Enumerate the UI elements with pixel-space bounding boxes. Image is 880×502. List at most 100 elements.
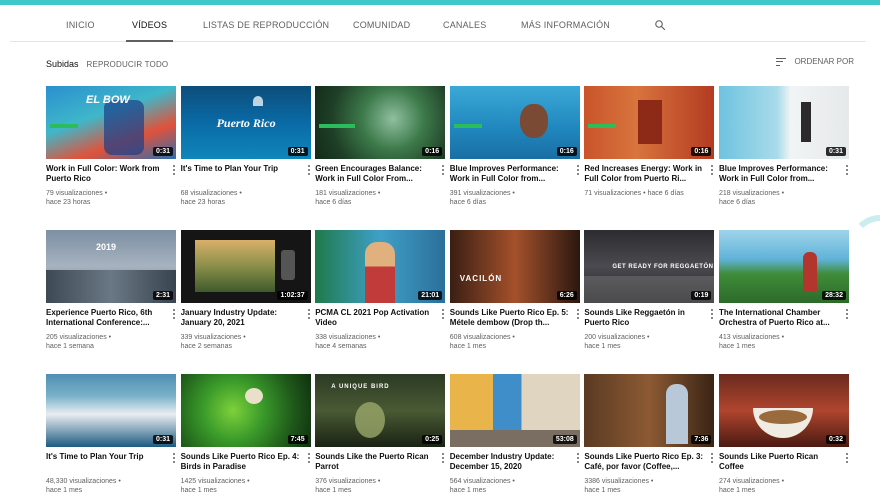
video-thumbnail[interactable]: 2019 2:31 <box>46 230 176 303</box>
video-card[interactable]: Puerto Rico 0:31 It's Time to Plan Your … <box>180 86 311 206</box>
video-duration: 0:25 <box>422 435 443 444</box>
more-vert-icon[interactable] <box>576 453 580 463</box>
video-title[interactable]: It's Time to Plan Your Trip <box>46 452 166 472</box>
more-vert-icon[interactable] <box>307 309 311 319</box>
video-title[interactable]: Sounds Like Puerto Rico Ep. 5: Métele de… <box>450 308 570 328</box>
video-title[interactable]: Sounds Like Puerto Rico Ep. 4: Birds in … <box>181 452 301 472</box>
video-thumbnail[interactable]: 7:36 <box>584 374 715 447</box>
video-title[interactable]: Red Increases Energy: Work in Full Color… <box>584 164 704 184</box>
video-title[interactable]: Green Encourages Balance: Work in Full C… <box>315 164 435 184</box>
top-accent-bar <box>0 0 880 5</box>
tab-videos[interactable]: VÍDEOS <box>125 8 174 42</box>
more-vert-icon[interactable] <box>711 165 714 175</box>
video-thumbnail[interactable]: EL BOW 0:31 <box>46 86 176 159</box>
video-title[interactable]: Sounds Like Puerto Rico Ep. 3: Café, por… <box>584 452 704 472</box>
video-card[interactable]: 28:32 The International Chamber Orchestr… <box>718 230 849 350</box>
more-vert-icon[interactable] <box>845 453 849 463</box>
video-title[interactable]: Experience Puerto Rico, 6th Internationa… <box>46 308 166 328</box>
video-age: hace 1 mes <box>718 343 756 350</box>
video-thumbnail[interactable]: 28:32 <box>718 230 849 303</box>
video-card[interactable]: 7:36 Sounds Like Puerto Rico Ep. 3: Café… <box>584 374 715 494</box>
more-vert-icon[interactable] <box>307 453 311 463</box>
video-title[interactable]: Work in Full Color: Work from Puerto Ric… <box>46 164 166 184</box>
sort-button[interactable]: ORDENAR POR <box>776 57 854 66</box>
tab-inicio[interactable]: INICIO <box>66 8 95 42</box>
more-vert-icon[interactable] <box>173 453 176 463</box>
video-thumbnail[interactable]: 0:16 <box>315 86 446 159</box>
more-vert-icon[interactable] <box>173 309 176 319</box>
more-vert-icon[interactable] <box>173 165 176 175</box>
video-card[interactable]: GET READY FOR REGGAETÓN 0:19 Sounds Like… <box>584 230 715 350</box>
video-card[interactable]: 21:01 PCMA CL 2021 Pop Activation Video … <box>315 230 446 350</box>
search-icon[interactable] <box>654 19 666 31</box>
video-views: 338 visualizaciones • <box>315 334 381 341</box>
video-title[interactable]: Sounds Like the Puerto Rican Parrot <box>315 452 435 472</box>
video-card[interactable]: 0:31 It's Time to Plan Your Trip 48,330 … <box>46 374 176 494</box>
video-views: 205 visualizaciones • <box>46 334 112 341</box>
video-card[interactable]: 0:16 Blue Improves Performance: Work in … <box>449 86 580 206</box>
play-all-button[interactable]: REPRODUCIR TODO <box>87 60 169 69</box>
video-card[interactable]: 1:02:37 January Industry Update: January… <box>180 230 311 350</box>
video-thumbnail[interactable]: 0:16 <box>584 86 715 159</box>
decorative-swoosh <box>850 215 880 275</box>
video-thumbnail[interactable]: 0:16 <box>449 86 580 159</box>
video-card[interactable]: 0:31 Blue Improves Performance: Work in … <box>718 86 849 206</box>
video-card[interactable]: EL BOW 0:31 Work in Full Color: Work fro… <box>46 86 176 206</box>
tab-community[interactable]: COMUNIDAD <box>353 8 410 42</box>
video-title[interactable]: Sounds Like Reggaetón in Puerto Rico <box>584 308 704 328</box>
video-age: hace 1 mes <box>315 487 352 494</box>
video-card[interactable]: 0:16 Green Encourages Balance: Work in F… <box>315 86 446 206</box>
video-card[interactable]: 2019 2:31 Experience Puerto Rico, 6th In… <box>46 230 176 350</box>
thumbnail-overlay-text: EL BOW <box>86 94 130 106</box>
video-views: 200 visualizaciones • <box>584 334 650 341</box>
more-vert-icon[interactable] <box>711 453 714 463</box>
video-grid: EL BOW 0:31 Work in Full Color: Work fro… <box>46 86 850 494</box>
video-title[interactable]: January Industry Update: January 20, 202… <box>181 308 301 328</box>
more-vert-icon[interactable] <box>442 453 445 463</box>
video-card[interactable]: 0:32 Sounds Like Puerto Rican Coffee 274… <box>718 374 849 494</box>
video-duration: 0:31 <box>825 147 846 156</box>
more-vert-icon[interactable] <box>442 309 445 319</box>
video-thumbnail[interactable]: 21:01 <box>315 230 446 303</box>
video-title[interactable]: December Industry Update: December 15, 2… <box>450 452 570 472</box>
video-title[interactable]: Blue Improves Performance: Work in Full … <box>719 164 839 184</box>
video-age: hace 1 mes <box>718 487 756 494</box>
video-card[interactable]: 53:08 December Industry Update: December… <box>449 374 580 494</box>
video-thumbnail[interactable]: 0:31 <box>718 86 849 159</box>
more-vert-icon[interactable] <box>711 309 714 319</box>
video-title[interactable]: It's Time to Plan Your Trip <box>181 164 301 184</box>
more-vert-icon[interactable] <box>845 165 849 175</box>
video-thumbnail[interactable]: 1:02:37 <box>180 230 311 303</box>
video-duration: 7:36 <box>691 435 712 444</box>
video-thumbnail[interactable]: A UNIQUE BIRD 0:25 <box>315 374 446 447</box>
video-age: hace 1 mes <box>449 487 486 494</box>
video-card[interactable]: 7:45 Sounds Like Puerto Rico Ep. 4: Bird… <box>180 374 311 494</box>
video-title[interactable]: PCMA CL 2021 Pop Activation Video <box>315 308 435 328</box>
video-card[interactable]: A UNIQUE BIRD 0:25 Sounds Like the Puert… <box>315 374 446 494</box>
video-card[interactable]: VACILÓN 6:26 Sounds Like Puerto Rico Ep.… <box>449 230 580 350</box>
video-title[interactable]: Blue Improves Performance: Work in Full … <box>450 164 570 184</box>
video-thumbnail[interactable]: 0:32 <box>718 374 849 447</box>
video-thumbnail[interactable]: VACILÓN 6:26 <box>449 230 580 303</box>
video-thumbnail[interactable]: GET READY FOR REGGAETÓN 0:19 <box>584 230 715 303</box>
more-vert-icon[interactable] <box>442 165 445 175</box>
video-duration: 2:31 <box>152 291 173 300</box>
video-card[interactable]: 0:16 Red Increases Energy: Work in Full … <box>584 86 715 204</box>
sort-label: ORDENAR POR <box>794 57 854 66</box>
video-title[interactable]: Sounds Like Puerto Rican Coffee <box>719 452 839 472</box>
video-views: 48,330 visualizaciones • <box>46 478 121 485</box>
tab-about[interactable]: MÁS INFORMACIÓN <box>521 8 610 42</box>
video-thumbnail[interactable]: 7:45 <box>180 374 311 447</box>
more-vert-icon[interactable] <box>845 309 849 319</box>
video-title[interactable]: The International Chamber Orchestra of P… <box>719 308 839 328</box>
more-vert-icon[interactable] <box>307 165 311 175</box>
more-vert-icon[interactable] <box>576 165 580 175</box>
video-thumbnail[interactable]: 0:31 <box>46 374 176 447</box>
video-thumbnail[interactable]: Puerto Rico 0:31 <box>180 86 311 159</box>
video-age: hace 1 mes <box>46 487 83 494</box>
video-thumbnail[interactable]: 53:08 <box>449 374 580 447</box>
video-views: 564 visualizaciones • <box>449 478 515 485</box>
tab-channels[interactable]: CANALES <box>443 8 486 42</box>
tab-playlists[interactable]: LISTAS DE REPRODUCCIÓN <box>203 8 329 42</box>
more-vert-icon[interactable] <box>576 309 580 319</box>
